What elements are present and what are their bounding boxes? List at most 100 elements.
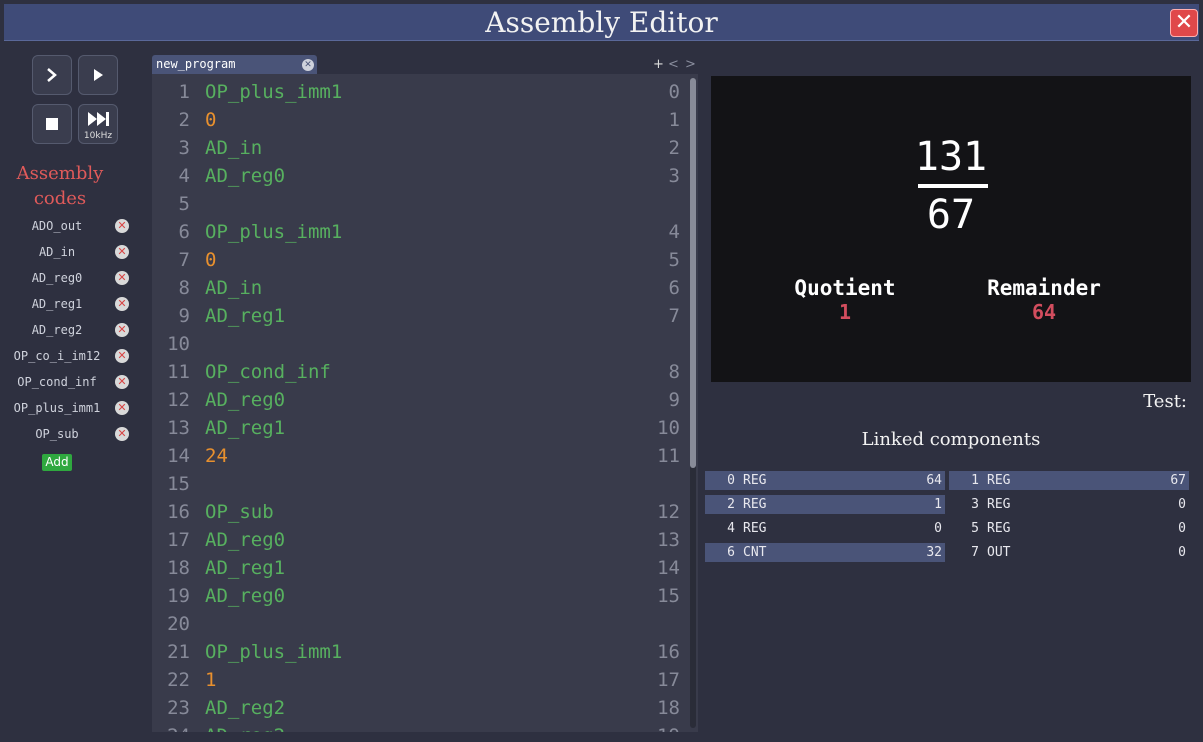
close-tab-icon[interactable]: ✕: [302, 59, 314, 71]
delete-icon[interactable]: ✕: [115, 349, 129, 363]
assembly-code-name: OP_sub: [35, 427, 79, 441]
list-item[interactable]: OP_sub ✕: [4, 422, 134, 448]
instruction-address: 14: [657, 557, 680, 579]
linked-component-6[interactable]: 6 CNT 32: [705, 543, 945, 562]
code-line[interactable]: 4 AD_reg0 3: [152, 162, 692, 190]
close-button[interactable]: ✕: [1170, 9, 1198, 37]
code-line[interactable]: 15: [152, 470, 692, 498]
tab-new-program[interactable]: new_program ✕: [152, 55, 317, 74]
delete-icon[interactable]: ✕: [115, 401, 129, 415]
tab-next-button[interactable]: >: [685, 55, 696, 74]
code-editor[interactable]: 1 OP_plus_imm1 0 2 0 1 3 AD_in 2 4 AD_reg0 3 5 6 OP_pl…: [152, 74, 698, 732]
code-line[interactable]: 10: [152, 330, 692, 358]
linked-component-7[interactable]: 7 OUT 0: [949, 543, 1189, 562]
component-value: 67: [1170, 473, 1186, 488]
linked-components-title: Linked components: [861, 429, 1041, 450]
component-type: OUT: [987, 545, 1011, 560]
instruction-address: 11: [657, 445, 680, 467]
component-value: 32: [926, 545, 942, 560]
line-text: AD_reg1: [205, 557, 286, 579]
linked-component-4[interactable]: 4 REG 0: [705, 519, 945, 538]
code-line[interactable]: 22 1 17: [152, 666, 692, 694]
list-item[interactable]: AD_reg1 ✕: [4, 292, 134, 318]
code-line[interactable]: 6 OP_plus_imm1 4: [152, 218, 692, 246]
delete-icon[interactable]: ✕: [115, 297, 129, 311]
quotient-label: Quotient: [794, 276, 896, 300]
stop-button[interactable]: [32, 104, 72, 144]
code-line[interactable]: 14 24 11: [152, 442, 692, 470]
assembly-code-name: AD_reg0: [31, 271, 83, 285]
list-item[interactable]: OP_co_i_im12 ✕: [4, 344, 134, 370]
tab-prev-button[interactable]: <: [668, 55, 679, 74]
list-item[interactable]: OP_cond_inf ✕: [4, 370, 134, 396]
line-text: OP_plus_imm1: [205, 641, 343, 663]
line-number: 23: [167, 697, 190, 719]
list-item[interactable]: OP_plus_imm1 ✕: [4, 396, 134, 422]
component-index: 4: [727, 521, 735, 536]
code-line[interactable]: 1 OP_plus_imm1 0: [152, 78, 692, 106]
line-text: AD_reg1: [205, 417, 286, 439]
instruction-address: 5: [668, 249, 680, 271]
linked-component-1[interactable]: 1 REG 67: [949, 471, 1189, 490]
linked-component-2[interactable]: 2 REG 1: [705, 495, 945, 514]
assembly-code-name: AD_reg1: [31, 297, 83, 311]
new-tab-button[interactable]: +: [653, 55, 664, 74]
code-line[interactable]: 21 OP_plus_imm1 16: [152, 638, 692, 666]
delete-icon[interactable]: ✕: [115, 323, 129, 337]
tab-label: new_program: [156, 57, 236, 71]
step-button[interactable]: [32, 55, 72, 95]
delete-icon[interactable]: ✕: [115, 375, 129, 389]
code-line[interactable]: 23 AD_reg2 18: [152, 694, 692, 722]
code-line[interactable]: 8 AD_in 6: [152, 274, 692, 302]
linked-component-3[interactable]: 3 REG 0: [949, 495, 1189, 514]
linked-component-5[interactable]: 5 REG 0: [949, 519, 1189, 538]
delete-icon[interactable]: ✕: [115, 245, 129, 259]
code-line[interactable]: 70 5: [152, 246, 692, 274]
code-line[interactable]: 11 OP_cond_inf 8: [152, 358, 692, 386]
run-button[interactable]: [78, 55, 118, 95]
delete-icon[interactable]: ✕: [115, 427, 129, 441]
line-number: 17: [167, 529, 190, 551]
code-line[interactable]: 19 AD_reg0 15: [152, 582, 692, 610]
delete-icon[interactable]: ✕: [115, 219, 129, 233]
list-item[interactable]: AD_reg0 ✕: [4, 266, 134, 292]
component-value: 0: [1178, 545, 1186, 560]
linked-component-0[interactable]: 0 REG 64: [705, 471, 945, 490]
code-line[interactable]: 24 AD_reg2 19: [152, 722, 692, 732]
code-line[interactable]: 5: [152, 190, 692, 218]
add-code-button[interactable]: Add: [42, 454, 72, 471]
window-title: Assembly Editor: [485, 6, 718, 39]
list-item[interactable]: ADO_out ✕: [4, 214, 134, 240]
code-line[interactable]: 18 AD_reg1 14: [152, 554, 692, 582]
delete-icon[interactable]: ✕: [115, 271, 129, 285]
instruction-address: 0: [668, 81, 680, 103]
line-number: 5: [178, 193, 190, 215]
line-number: 2: [178, 109, 190, 131]
list-item[interactable]: AD_reg2 ✕: [4, 318, 134, 344]
code-line[interactable]: 20 1: [152, 106, 692, 134]
line-number: 19: [167, 585, 190, 607]
instruction-address: 6: [668, 277, 680, 299]
title-bar: Assembly Editor: [4, 4, 1199, 41]
line-number: 14: [167, 445, 190, 467]
code-line[interactable]: 17 AD_reg0 13: [152, 526, 692, 554]
line-text: 24: [205, 445, 228, 467]
code-line[interactable]: 13 AD_reg1 10: [152, 414, 692, 442]
dividend-value: 131: [914, 134, 988, 180]
chevron-right-icon: [47, 68, 57, 82]
list-item[interactable]: AD_in ✕: [4, 240, 134, 266]
component-index: 1: [971, 473, 979, 488]
line-number: 10: [167, 333, 190, 355]
instruction-address: 13: [657, 529, 680, 551]
line-text: AD_reg0: [205, 165, 286, 187]
fast-forward-button[interactable]: 10kHz: [78, 104, 118, 144]
code-line[interactable]: 9 AD_reg1 7: [152, 302, 692, 330]
editor-body: 10kHz Assembly codes ADO_out ✕ AD_in ✕ AD_re…: [4, 41, 1199, 738]
code-line[interactable]: 3 AD_in 2: [152, 134, 692, 162]
code-line[interactable]: 12 AD_reg0 9: [152, 386, 692, 414]
instruction-address: 10: [657, 417, 680, 439]
line-text: OP_cond_inf: [205, 361, 331, 383]
code-line[interactable]: 20: [152, 610, 692, 638]
code-line[interactable]: 16 OP_sub 12: [152, 498, 692, 526]
component-type: CNT: [743, 545, 767, 560]
